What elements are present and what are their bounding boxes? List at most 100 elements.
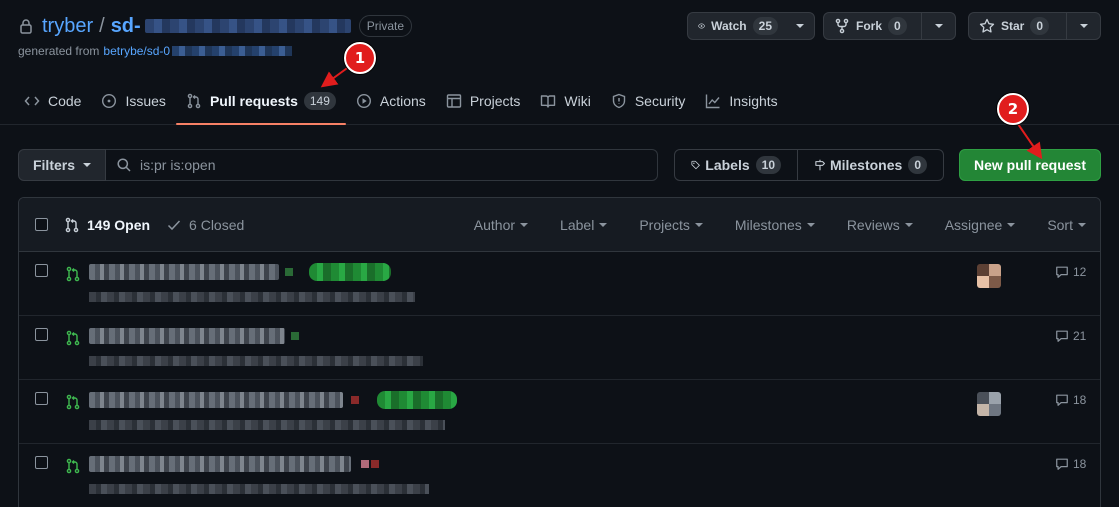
table-row[interactable]: 18: [19, 444, 1100, 507]
select-all-checkbox[interactable]: [35, 218, 48, 231]
fork-button-group: Fork 0: [823, 12, 956, 40]
open-filter-link[interactable]: 149 Open: [64, 217, 150, 233]
row-checkbox[interactable]: [35, 456, 48, 469]
comment-count-value: 12: [1073, 265, 1087, 279]
tab-actions[interactable]: Actions: [346, 84, 436, 118]
redacted-pr-title[interactable]: [89, 328, 285, 344]
play-icon: [356, 93, 371, 109]
lock-icon: [20, 19, 32, 34]
row-checkbox[interactable]: [35, 328, 48, 341]
avatar[interactable]: [977, 264, 1001, 288]
labels-label: Labels: [705, 157, 750, 173]
redacted-label-badge[interactable]: [377, 391, 457, 409]
redacted-template-name: [172, 46, 293, 56]
redacted-label-badge[interactable]: [309, 263, 391, 281]
tab-label: Security: [634, 93, 686, 109]
tab-insights[interactable]: Insights: [695, 84, 787, 118]
star-button-group: Star 0: [968, 12, 1101, 40]
pull-request-icon: [65, 217, 79, 232]
table-row[interactable]: 21: [19, 316, 1100, 380]
watch-label: Watch: [711, 19, 747, 33]
pull-requests-count: 149: [303, 92, 336, 110]
table-row[interactable]: 18: [19, 380, 1100, 444]
comment-count-value: 18: [1073, 457, 1087, 471]
labels-button[interactable]: Labels 10: [675, 150, 797, 180]
pull-request-list: 149 Open 6 Closed Author Label Projects …: [18, 197, 1101, 507]
fork-button[interactable]: Fork 0: [824, 13, 921, 39]
open-pull-request-icon: [66, 330, 80, 346]
tab-code[interactable]: Code: [14, 84, 91, 118]
reviews-filter[interactable]: Reviews: [847, 217, 913, 233]
row-checkbox[interactable]: [35, 392, 48, 405]
tab-wiki[interactable]: Wiki: [530, 84, 600, 118]
open-pull-request-icon: [66, 458, 80, 474]
projects-filter[interactable]: Projects: [639, 217, 703, 233]
tab-label: Wiki: [564, 93, 591, 109]
sort-label: Assignee: [944, 217, 1003, 233]
issue-icon: [102, 93, 117, 109]
comment-count[interactable]: 21: [1055, 329, 1086, 343]
annotation-marker-1: 1: [344, 42, 376, 74]
milestones-button[interactable]: Milestones 0: [797, 150, 943, 180]
labels-count: 10: [755, 156, 781, 174]
table-row[interactable]: 12: [19, 252, 1100, 316]
milestones-filter[interactable]: Milestones: [735, 217, 815, 233]
redacted-pr-meta: [89, 356, 423, 366]
repo-owner-link[interactable]: tryber: [42, 15, 93, 38]
watch-dropdown[interactable]: [788, 13, 812, 39]
fork-dropdown[interactable]: [921, 13, 955, 39]
template-repo-link[interactable]: betrybe/sd-0: [103, 44, 170, 58]
label-filter[interactable]: Label: [560, 217, 608, 233]
tab-projects[interactable]: Projects: [436, 84, 531, 118]
tab-pull-requests[interactable]: Pull requests 149: [175, 84, 346, 125]
watch-button[interactable]: Watch 25: [688, 13, 788, 39]
sort-dropdown[interactable]: Sort: [1047, 217, 1086, 233]
star-dropdown[interactable]: [1066, 13, 1100, 39]
chevron-down-icon: [806, 223, 815, 227]
redacted-pr-title[interactable]: [89, 392, 343, 408]
tab-label: Issues: [125, 93, 166, 109]
list-sort-filters: Author Label Projects Milestones Reviews…: [442, 198, 1086, 252]
star-icon: [979, 18, 995, 33]
redacted-repo-name: [144, 19, 351, 33]
watch-button-group: Watch 25: [687, 12, 815, 40]
search-icon: [117, 158, 131, 172]
milestone-icon: [815, 159, 825, 171]
comment-count[interactable]: 12: [1055, 265, 1086, 279]
comment-count[interactable]: 18: [1055, 393, 1086, 407]
row-checkbox[interactable]: [35, 264, 48, 277]
open-pull-request-icon: [66, 394, 80, 410]
tab-issues[interactable]: Issues: [91, 84, 175, 118]
new-pull-request-button[interactable]: New pull request: [959, 149, 1101, 181]
author-filter[interactable]: Author: [473, 217, 529, 233]
filters-dropdown-button[interactable]: Filters: [18, 149, 106, 181]
assignee-filter[interactable]: Assignee: [945, 217, 1016, 233]
table-icon: [446, 94, 462, 108]
comment-count[interactable]: 18: [1055, 457, 1086, 471]
comment-icon: [1056, 330, 1068, 342]
tab-security[interactable]: Security: [601, 84, 696, 118]
tab-label: Actions: [379, 93, 426, 109]
repo-name-link[interactable]: sd-: [111, 15, 141, 38]
comment-count-value: 21: [1073, 329, 1087, 343]
avatar[interactable]: [977, 392, 1001, 416]
closed-filter-link[interactable]: 6 Closed: [166, 217, 244, 233]
chevron-down-icon: [904, 223, 913, 227]
check-icon: [168, 219, 181, 230]
redacted-pr-meta: [89, 420, 445, 430]
tab-label: Projects: [469, 93, 521, 109]
tab-label: Code: [48, 93, 82, 109]
chevron-down-icon: [934, 24, 943, 28]
redacted-pr-title[interactable]: [89, 456, 351, 472]
search-input[interactable]: [140, 157, 620, 173]
repo-nav-tabs: Code Issues Pull requests 149 Actions Pr…: [14, 84, 788, 125]
fork-count: 0: [888, 17, 907, 35]
redacted-pr-title[interactable]: [89, 264, 279, 280]
repo-path-separator: /: [99, 14, 105, 37]
sort-label: Author: [473, 217, 516, 233]
sort-label: Reviews: [846, 217, 900, 233]
chevron-down-icon: [599, 223, 608, 227]
shield-icon: [612, 93, 626, 109]
repo-title: tryber / sd- Private: [18, 13, 413, 39]
star-button[interactable]: Star 0: [969, 13, 1066, 39]
